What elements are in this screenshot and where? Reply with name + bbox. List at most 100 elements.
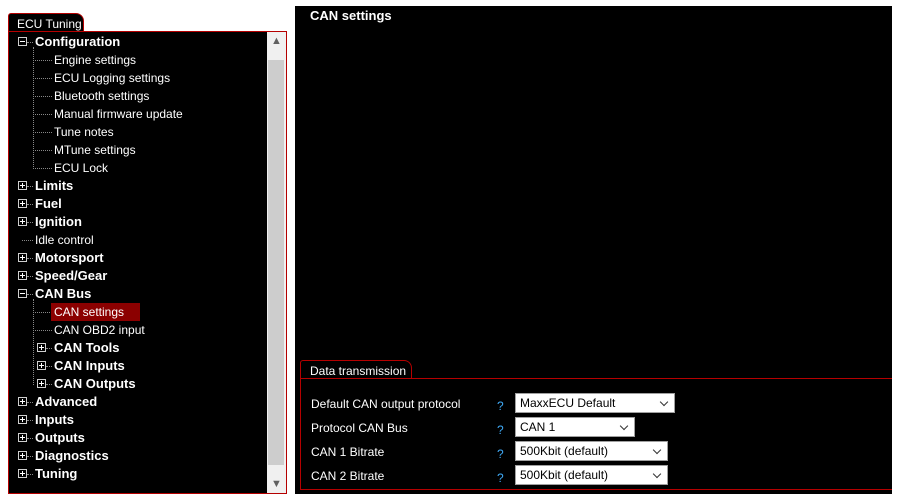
can1-bitrate-select[interactable]: 500Kbit (default) bbox=[515, 441, 668, 461]
tree-item-label: Limits bbox=[35, 178, 74, 193]
scroll-thumb[interactable] bbox=[268, 60, 284, 465]
collapse-minus-icon[interactable] bbox=[18, 289, 27, 298]
tree-item-label: Configuration bbox=[35, 34, 121, 49]
expand-plus-icon[interactable] bbox=[37, 343, 46, 352]
tree-item-tune-notes[interactable]: Tune notes bbox=[9, 123, 266, 141]
tree-connector bbox=[46, 384, 52, 385]
tree-item-idle-control[interactable]: Idle control bbox=[9, 231, 266, 249]
tree-item-label: CAN Bus bbox=[35, 286, 92, 301]
tree-connector bbox=[27, 42, 33, 43]
select-value: 500Kbit (default) bbox=[520, 444, 609, 458]
tree-item-ecu-lock[interactable]: ECU Lock bbox=[9, 159, 266, 177]
tree-item-inputs[interactable]: Inputs bbox=[9, 411, 266, 429]
tree-item-outputs[interactable]: Outputs bbox=[9, 429, 266, 447]
tree-item-ignition[interactable]: Ignition bbox=[9, 213, 266, 231]
field-label: CAN 1 Bitrate bbox=[311, 445, 385, 459]
can2-bitrate-select[interactable]: 500Kbit (default) bbox=[515, 465, 668, 485]
tree-item-manual-firmware-update[interactable]: Manual firmware update bbox=[9, 105, 266, 123]
form-row-can2-bitrate: CAN 2 Bitrate ? 500Kbit (default) bbox=[301, 465, 892, 485]
tree-item-label: Tune notes bbox=[54, 125, 114, 139]
tree-item-can-obd2-input[interactable]: CAN OBD2 input bbox=[9, 321, 266, 339]
chevron-down-icon bbox=[620, 418, 630, 436]
select-value: 500Kbit (default) bbox=[520, 468, 609, 482]
expand-plus-icon[interactable] bbox=[18, 397, 27, 406]
tree-item-label: Idle control bbox=[35, 233, 94, 247]
collapse-minus-icon[interactable] bbox=[18, 37, 27, 46]
expand-plus-icon[interactable] bbox=[37, 361, 46, 370]
tree-item-label: Advanced bbox=[35, 394, 98, 409]
expand-plus-icon[interactable] bbox=[18, 181, 27, 190]
tree-item-can-inputs[interactable]: CAN Inputs bbox=[9, 357, 266, 375]
tree-item-can-outputs[interactable]: CAN Outputs bbox=[9, 375, 266, 393]
tree-item-label: Tuning bbox=[35, 466, 78, 481]
tab-data-transmission[interactable]: Data transmission bbox=[300, 360, 412, 379]
field-label: Protocol CAN Bus bbox=[311, 421, 408, 435]
tree-item-engine-settings[interactable]: Engine settings bbox=[9, 51, 266, 69]
help-icon[interactable]: ? bbox=[497, 399, 504, 413]
expand-plus-icon[interactable] bbox=[18, 433, 27, 442]
select-value: CAN 1 bbox=[520, 420, 556, 434]
tree-item-bluetooth-settings[interactable]: Bluetooth settings bbox=[9, 87, 266, 105]
help-icon[interactable]: ? bbox=[497, 423, 504, 437]
tree-connector bbox=[46, 366, 52, 367]
tree-connector bbox=[27, 402, 33, 403]
form-row-default-can-output-protocol: Default CAN output protocol ? MaxxECU De… bbox=[301, 393, 892, 413]
scroll-down-icon[interactable]: ▼ bbox=[267, 475, 286, 493]
tree-item-can-bus[interactable]: CAN Bus bbox=[9, 285, 266, 303]
tab-ecu-tuning-label: ECU Tuning bbox=[17, 17, 82, 31]
tree-item-can-settings[interactable]: CAN settings bbox=[9, 303, 266, 321]
tree-item-label: ECU Logging settings bbox=[54, 71, 171, 85]
tree-item-label: MTune settings bbox=[54, 143, 136, 157]
expand-plus-icon[interactable] bbox=[18, 415, 27, 424]
tree-connector bbox=[33, 312, 52, 313]
form-row-protocol-can-bus: Protocol CAN Bus ? CAN 1 bbox=[301, 417, 892, 437]
tree-connector bbox=[33, 150, 52, 151]
tree-item-motorsport[interactable]: Motorsport bbox=[9, 249, 266, 267]
expand-plus-icon[interactable] bbox=[18, 469, 27, 478]
tree-item-limits[interactable]: Limits bbox=[9, 177, 266, 195]
select-value: MaxxECU Default bbox=[520, 396, 616, 410]
tab-ecu-tuning[interactable]: ECU Tuning bbox=[8, 13, 84, 32]
tree-item-label: CAN Inputs bbox=[54, 358, 125, 373]
tree-item-can-tools[interactable]: CAN Tools bbox=[9, 339, 266, 357]
tree-scrollbar[interactable]: ▲ ▼ bbox=[267, 32, 286, 493]
tree-connector bbox=[33, 168, 52, 169]
tree-item-label: CAN settings bbox=[51, 303, 141, 321]
tree-item-tuning[interactable]: Tuning bbox=[9, 465, 266, 483]
field-label: CAN 2 Bitrate bbox=[311, 469, 385, 483]
tree-connector bbox=[27, 474, 33, 475]
expand-plus-icon[interactable] bbox=[18, 253, 27, 262]
tree-item-label: Bluetooth settings bbox=[54, 89, 150, 103]
tree-connector bbox=[27, 438, 33, 439]
tree-item-configuration[interactable]: Configuration bbox=[9, 33, 266, 51]
protocol-can-bus-select[interactable]: CAN 1 bbox=[515, 417, 635, 437]
help-icon[interactable]: ? bbox=[497, 471, 504, 485]
tree-item-label: Fuel bbox=[35, 196, 62, 211]
tree-item-advanced[interactable]: Advanced bbox=[9, 393, 266, 411]
tree-connector bbox=[27, 294, 33, 295]
help-icon[interactable]: ? bbox=[497, 447, 504, 461]
scroll-up-icon[interactable]: ▲ bbox=[267, 32, 286, 50]
tree-connector bbox=[33, 96, 52, 97]
tree-connector bbox=[33, 132, 52, 133]
default-can-output-protocol-select[interactable]: MaxxECU Default bbox=[515, 393, 675, 413]
navigation-tree: Configuration Engine settings ECU Logging … bbox=[9, 32, 266, 493]
expand-plus-icon[interactable] bbox=[18, 271, 27, 280]
expand-plus-icon[interactable] bbox=[37, 379, 46, 388]
tree-item-fuel[interactable]: Fuel bbox=[9, 195, 266, 213]
expand-plus-icon[interactable] bbox=[18, 217, 27, 226]
tree-connector bbox=[22, 240, 33, 241]
tree-item-diagnostics[interactable]: Diagnostics bbox=[9, 447, 266, 465]
form-row-can1-bitrate: CAN 1 Bitrate ? 500Kbit (default) bbox=[301, 441, 892, 461]
tree-connector bbox=[33, 60, 52, 61]
tree-item-label: ECU Lock bbox=[54, 161, 109, 175]
tree-item-label: CAN Outputs bbox=[54, 376, 136, 391]
chevron-down-icon bbox=[660, 394, 670, 412]
tree-connector bbox=[27, 186, 33, 187]
expand-plus-icon[interactable] bbox=[18, 451, 27, 460]
tree-item-speed-gear[interactable]: Speed/Gear bbox=[9, 267, 266, 285]
tree-item-mtune-settings[interactable]: MTune settings bbox=[9, 141, 266, 159]
expand-plus-icon[interactable] bbox=[18, 199, 27, 208]
tree-item-ecu-logging-settings[interactable]: ECU Logging settings bbox=[9, 69, 266, 87]
tree-connector bbox=[33, 330, 52, 331]
